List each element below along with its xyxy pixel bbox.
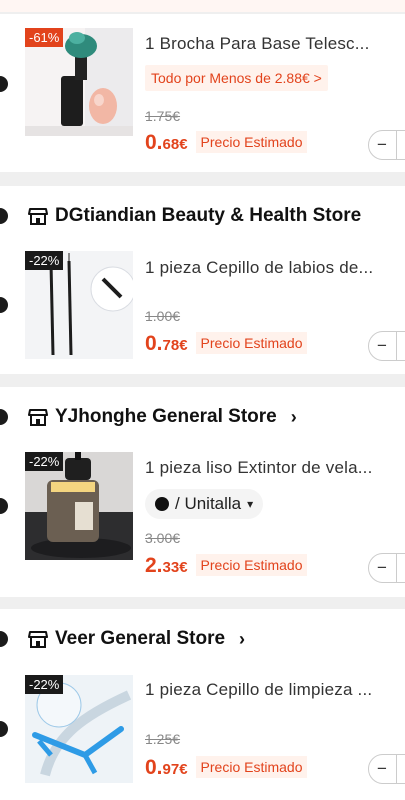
top-strip	[0, 0, 405, 12]
chevron-right-icon[interactable]: ›	[239, 629, 245, 650]
price-decimal: 97€	[162, 761, 188, 778]
stepper-divider	[396, 755, 397, 783]
original-price: 1.75€	[145, 108, 181, 124]
quantity-stepper[interactable]: −	[368, 754, 405, 784]
product-title[interactable]: 1 pieza Cepillo de labios de...	[145, 258, 405, 278]
product-title[interactable]: 1 pieza Cepillo de limpieza ...	[145, 680, 405, 700]
store-header[interactable]: Veer General Store ›	[28, 626, 245, 652]
store-group-card: YJhonghe General Store › -22% 1 pieza li…	[0, 387, 405, 597]
price-integer: 2.	[145, 554, 163, 577]
estimate-label: Precio Estimado	[195, 554, 308, 576]
minus-icon[interactable]: −	[377, 336, 387, 356]
store-icon	[28, 631, 48, 648]
discount-badge: -22%	[25, 675, 64, 694]
stepper-divider	[396, 131, 397, 159]
store-group-card: Veer General Store › -22% 1 pieza Cepill…	[0, 609, 405, 800]
radio-selected-icon[interactable]	[0, 76, 8, 92]
estimate-label: Precio Estimado	[195, 756, 308, 778]
price-decimal: 33€	[162, 559, 188, 576]
product-image[interactable]: -22%	[25, 452, 133, 560]
radio-selected-icon[interactable]	[0, 409, 8, 425]
store-name: DGtiandian Beauty & Health Store	[55, 205, 362, 226]
minus-icon[interactable]: −	[377, 135, 387, 155]
price-integer: 0.	[145, 756, 163, 779]
radio-selected-icon[interactable]	[0, 721, 8, 737]
radio-selected-icon[interactable]	[0, 297, 8, 313]
estimate-label: Precio Estimado	[195, 131, 308, 153]
product-image[interactable]: -22%	[25, 251, 133, 359]
estimate-label: Precio Estimado	[195, 332, 308, 354]
price-integer: 0.	[145, 131, 163, 154]
quantity-stepper[interactable]: −	[368, 130, 405, 160]
product-image[interactable]: -61%	[25, 28, 133, 136]
chevron-right-icon[interactable]: ›	[291, 407, 297, 428]
price-decimal: 78€	[162, 337, 188, 354]
original-price: 1.00€	[145, 308, 181, 324]
store-header[interactable]: DGtiandian Beauty & Health Store	[28, 203, 361, 229]
price-decimal: 68€	[162, 136, 188, 153]
discount-badge: -22%	[25, 452, 64, 471]
estimated-price: 0. 68€ Precio Estimado	[145, 131, 308, 155]
color-swatch	[155, 497, 169, 511]
store-name: YJhonghe General Store	[55, 406, 277, 427]
radio-selected-icon[interactable]	[0, 208, 8, 224]
quantity-stepper[interactable]: −	[368, 553, 405, 583]
store-icon	[28, 208, 48, 225]
radio-selected-icon[interactable]	[0, 631, 8, 647]
store-icon	[28, 409, 48, 426]
radio-selected-icon[interactable]	[0, 498, 8, 514]
variant-selector[interactable]: / Unitalla ▾	[145, 489, 264, 519]
price-integer: 0.	[145, 332, 163, 355]
store-name: Veer General Store	[55, 628, 226, 649]
stepper-divider	[396, 554, 397, 582]
original-price: 1.25€	[145, 731, 181, 747]
original-price: 3.00€	[145, 530, 181, 546]
stepper-divider	[396, 332, 397, 360]
discount-badge: -22%	[25, 251, 64, 270]
product-title[interactable]: 1 pieza liso Extintor de vela...	[145, 458, 405, 478]
estimated-price: 0. 78€ Precio Estimado	[145, 332, 308, 356]
cart-item-card: -61% 1 Brocha Para Base Telesc... Todo p…	[0, 14, 405, 172]
variant-label: / Unitalla	[175, 494, 242, 513]
estimated-price: 0. 97€ Precio Estimado	[145, 756, 308, 780]
minus-icon[interactable]: −	[377, 759, 387, 779]
estimated-price: 2. 33€ Precio Estimado	[145, 554, 308, 578]
minus-icon[interactable]: −	[377, 558, 387, 578]
promo-tag[interactable]: Todo por Menos de 2.88€ >	[145, 65, 328, 91]
quantity-stepper[interactable]: −	[368, 331, 405, 361]
discount-badge: -61%	[25, 28, 64, 47]
chevron-down-icon: ▾	[247, 497, 254, 511]
product-title[interactable]: 1 Brocha Para Base Telesc...	[145, 34, 405, 54]
product-image[interactable]: -22%	[25, 675, 133, 783]
store-header[interactable]: YJhonghe General Store ›	[28, 404, 297, 430]
store-group-card: DGtiandian Beauty & Health Store -22% 1 …	[0, 186, 405, 374]
